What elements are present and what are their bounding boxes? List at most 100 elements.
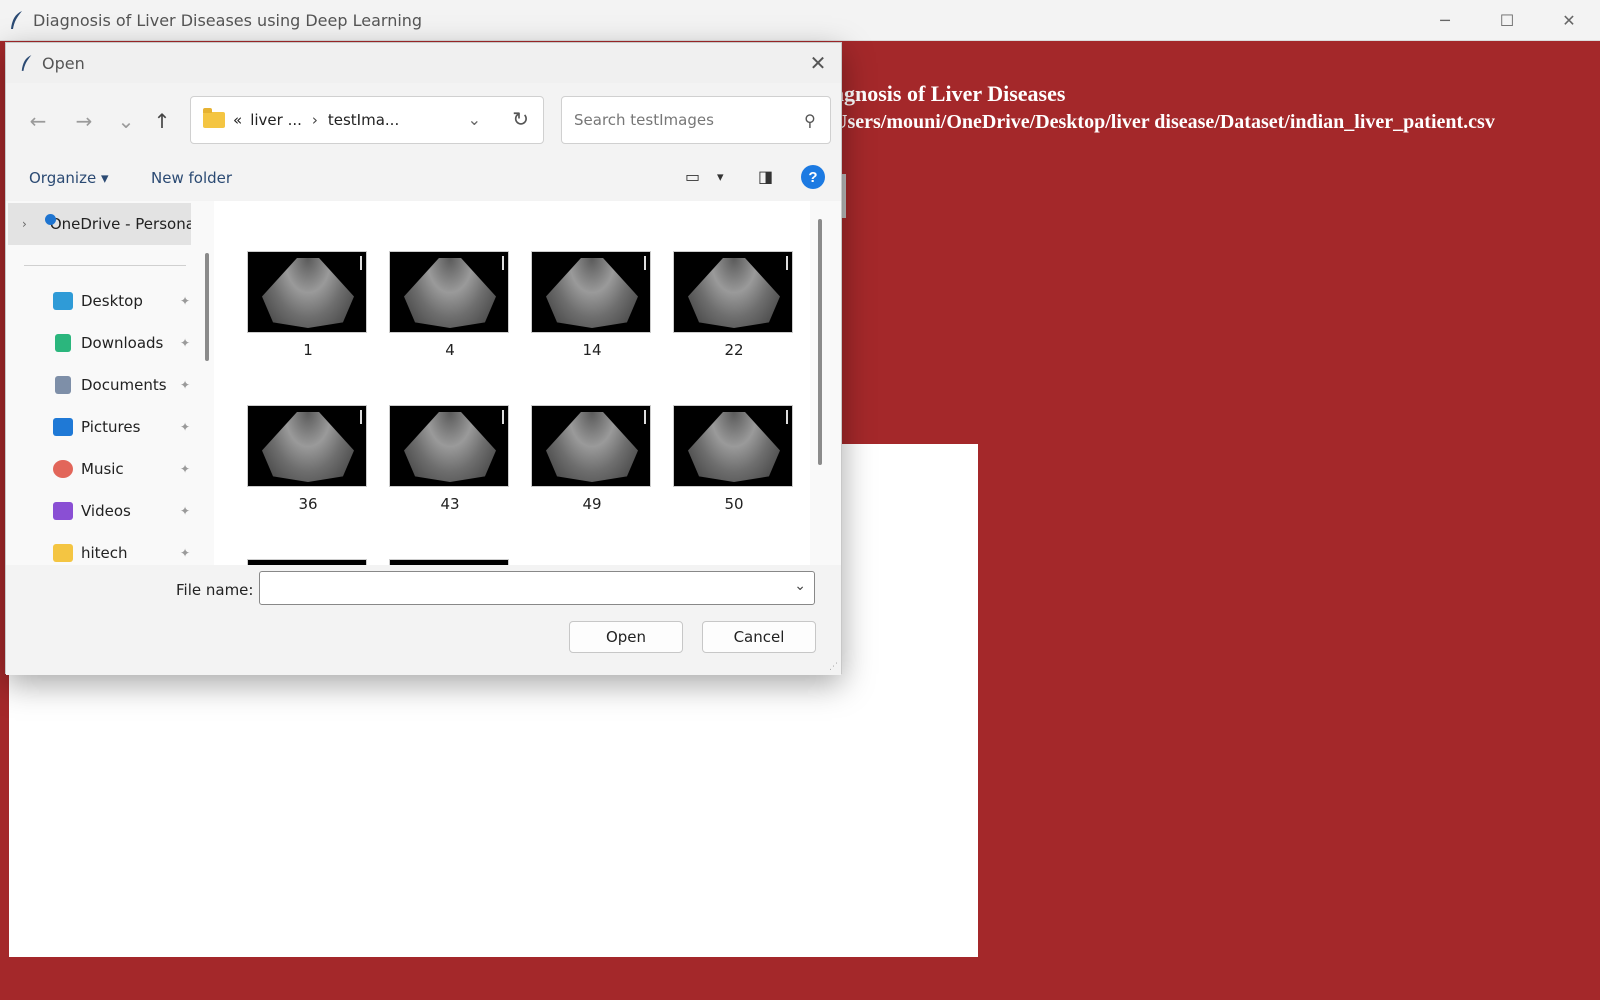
new-folder-button[interactable]: New folder bbox=[151, 169, 232, 187]
file-item[interactable]: 49 bbox=[531, 405, 653, 513]
nav-item-label: Downloads bbox=[81, 334, 164, 352]
file-name-dropdown-icon[interactable]: ⌄ bbox=[794, 578, 806, 594]
ultrasound-thumbnail bbox=[531, 251, 651, 333]
file-name-label: 14 bbox=[582, 341, 602, 359]
navigation-bar: ← → ⌄ ↑ « liver ... › testIma... ⌄ ↻ Sea… bbox=[6, 83, 841, 157]
nav-item-documents[interactable]: Documents ✦ bbox=[6, 367, 196, 403]
pin-icon: ✦ bbox=[179, 378, 190, 392]
back-button[interactable]: ← bbox=[24, 107, 52, 135]
app-title: Diagnosis of Liver Diseases using Deep L… bbox=[33, 10, 423, 30]
expand-chevron-icon[interactable]: › bbox=[22, 217, 27, 231]
app-titlebar: Diagnosis of Liver Diseases using Deep L… bbox=[0, 0, 1600, 41]
nav-scrollbar[interactable] bbox=[205, 253, 209, 361]
ultrasound-thumbnail bbox=[247, 251, 367, 333]
nav-item-label: Videos bbox=[81, 502, 131, 520]
file-name-label: 4 bbox=[445, 341, 455, 359]
ultrasound-thumbnail bbox=[673, 251, 793, 333]
nav-item-label: Pictures bbox=[81, 418, 141, 436]
address-dropdown-icon[interactable]: ⌄ bbox=[468, 110, 481, 129]
file-item[interactable]: 1 bbox=[247, 251, 369, 359]
documents-icon bbox=[55, 376, 71, 394]
minimize-button[interactable]: ─ bbox=[1414, 0, 1476, 41]
ultrasound-thumbnail bbox=[389, 251, 509, 333]
open-button[interactable]: Open bbox=[569, 621, 683, 653]
pin-icon: ✦ bbox=[179, 546, 190, 560]
file-item[interactable]: 36 bbox=[247, 405, 369, 513]
maximize-button[interactable]: ☐ bbox=[1476, 0, 1538, 41]
resize-grip-icon[interactable]: ⋰ bbox=[829, 662, 838, 672]
file-name-label: 22 bbox=[724, 341, 744, 359]
file-list-scrollbar[interactable] bbox=[818, 219, 822, 465]
file-name-label: File name: bbox=[176, 581, 254, 599]
nav-item-music[interactable]: Music ✦ bbox=[6, 451, 196, 487]
address-chevron[interactable]: « bbox=[233, 111, 242, 129]
file-name-label: 43 bbox=[440, 495, 460, 513]
pin-icon: ✦ bbox=[179, 462, 190, 476]
nav-item-pictures[interactable]: Pictures ✦ bbox=[6, 409, 196, 445]
nav-item-label: Desktop bbox=[81, 292, 143, 310]
recent-locations-button[interactable]: ⌄ bbox=[112, 107, 140, 135]
pin-icon: ✦ bbox=[179, 504, 190, 518]
folder-icon bbox=[203, 108, 225, 128]
dialog-titlebar: Open ✕ bbox=[6, 43, 841, 83]
help-icon[interactable]: ? bbox=[801, 165, 825, 189]
nav-item-desktop[interactable]: Desktop ✦ bbox=[6, 283, 196, 319]
open-dialog: Open ✕ ← → ⌄ ↑ « liver ... › testIma... … bbox=[5, 42, 842, 675]
file-name-combobox[interactable]: ⌄ bbox=[259, 571, 815, 605]
folder-icon bbox=[53, 544, 73, 562]
file-name-label: 49 bbox=[582, 495, 602, 513]
nav-item-hitech[interactable]: hitech ✦ bbox=[6, 535, 196, 565]
pin-icon: ✦ bbox=[179, 336, 190, 350]
nav-item-onedrive[interactable]: › OneDrive - Personal bbox=[8, 203, 191, 245]
file-item[interactable]: 14 bbox=[531, 251, 653, 359]
search-box[interactable]: Search testImages ⚲ bbox=[561, 96, 831, 144]
breadcrumb-testimages[interactable]: testIma... bbox=[328, 111, 399, 129]
file-item[interactable]: 43 bbox=[389, 405, 511, 513]
file-item[interactable]: 22 bbox=[673, 251, 795, 359]
nav-item-label: Documents bbox=[81, 376, 167, 394]
file-item[interactable]: 50 bbox=[673, 405, 795, 513]
preview-pane-icon[interactable]: ◨ bbox=[758, 167, 773, 186]
dialog-footer: File name: ⌄ Open Cancel ⋰ bbox=[6, 565, 841, 675]
file-list: 1 4 14 22 36 43 49 50 bbox=[214, 201, 810, 565]
nav-item-label: hitech bbox=[81, 544, 128, 562]
cancel-button[interactable]: Cancel bbox=[702, 621, 816, 653]
forward-button[interactable]: → bbox=[70, 107, 98, 135]
videos-icon bbox=[53, 502, 73, 520]
nav-item-label: Music bbox=[81, 460, 124, 478]
nav-divider bbox=[24, 265, 186, 266]
file-name-label: 50 bbox=[724, 495, 744, 513]
close-window-button[interactable]: ✕ bbox=[1538, 0, 1600, 41]
file-name-label: 1 bbox=[303, 341, 313, 359]
breadcrumb-separator: › bbox=[311, 111, 318, 129]
search-icon[interactable]: ⚲ bbox=[804, 111, 816, 130]
view-icon[interactable]: ▭ bbox=[685, 167, 700, 186]
breadcrumb-liver[interactable]: liver ... bbox=[250, 111, 302, 129]
downloads-icon bbox=[55, 334, 71, 352]
pin-icon: ✦ bbox=[179, 294, 190, 308]
command-bar: Organize ▾ New folder ▭ ▾ ◨ ? bbox=[6, 157, 841, 201]
file-name-input[interactable] bbox=[268, 572, 778, 602]
address-bar[interactable]: « liver ... › testIma... ⌄ ↻ bbox=[190, 96, 544, 144]
file-name-label: 36 bbox=[298, 495, 318, 513]
pictures-icon bbox=[53, 418, 73, 436]
view-dropdown-icon[interactable]: ▾ bbox=[717, 170, 724, 185]
nav-item-label: OneDrive - Personal bbox=[49, 215, 191, 233]
app-heading: agnosis of Liver Diseases bbox=[833, 81, 1066, 106]
ultrasound-thumbnail bbox=[673, 405, 793, 487]
app-button-edge[interactable] bbox=[842, 174, 846, 218]
up-button[interactable]: ↑ bbox=[148, 107, 176, 135]
refresh-icon[interactable]: ↻ bbox=[512, 107, 529, 131]
music-icon bbox=[53, 460, 73, 478]
dialog-close-button[interactable]: ✕ bbox=[805, 51, 831, 75]
organize-menu[interactable]: Organize ▾ bbox=[29, 169, 109, 187]
feather-icon bbox=[21, 55, 32, 71]
dataset-path-label: Users/mouni/OneDrive/Desktop/liver disea… bbox=[833, 111, 1495, 133]
feather-icon bbox=[11, 11, 22, 29]
nav-item-videos[interactable]: Videos ✦ bbox=[6, 493, 196, 529]
search-input[interactable]: Search testImages bbox=[574, 111, 804, 129]
ultrasound-thumbnail bbox=[531, 405, 651, 487]
nav-item-downloads[interactable]: Downloads ✦ bbox=[6, 325, 196, 361]
ultrasound-thumbnail bbox=[247, 405, 367, 487]
file-item[interactable]: 4 bbox=[389, 251, 511, 359]
